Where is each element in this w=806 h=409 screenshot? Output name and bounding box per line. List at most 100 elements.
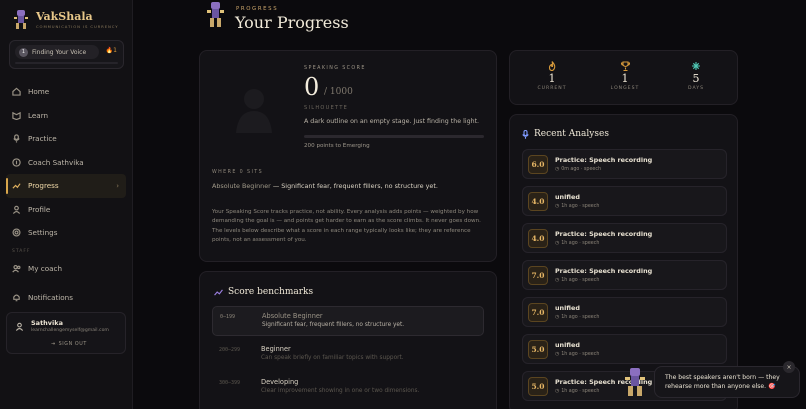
analysis-item[interactable]: 7.0 unified ◷ 1h ago · speech <box>522 297 727 327</box>
stat-label: DAYS <box>688 86 704 91</box>
users-icon <box>12 264 21 273</box>
analysis-title: Practice: Speech recording <box>555 267 653 275</box>
analysis-meta: ◷ 0m ago · speech <box>555 167 601 172</box>
sign-out-button[interactable]: ⇥ SIGN OUT <box>51 342 87 347</box>
page-title: Your Progress <box>235 13 349 32</box>
sidebar-item-label: Coach Sathvika <box>28 157 84 167</box>
sidebar-item-home[interactable]: Home <box>6 80 126 104</box>
analysis-item[interactable]: 7.0 Practice: Speech recording ◷ 1h ago · s… <box>522 260 727 290</box>
score-explanation: Your Speaking Score tracks practice, not… <box>212 209 481 244</box>
trend-icon <box>214 289 223 295</box>
analysis-score: 4.0 <box>528 192 548 211</box>
sidebar-nav: Home Learn Practice Coach Sathvika Progr… <box>6 80 126 310</box>
mascot-icon <box>625 368 645 396</box>
silhouette-avatar-icon <box>236 89 272 133</box>
analysis-title: Practice: Speech recording <box>555 156 653 164</box>
sidebar-item-label: Settings <box>28 228 58 238</box>
benchmarks-card: Score benchmarks 0–199 Absolute Beginner… <box>199 271 497 409</box>
analysis-meta-text: 1h ago · speech <box>561 278 600 283</box>
speaking-score-card: SPEAKING SCORE 0 / 1000 SILHOUETTE A dar… <box>199 50 497 262</box>
clock-icon: ◷ <box>555 167 560 172</box>
user-avatar-icon <box>15 322 24 331</box>
stat-label: LONGEST <box>610 86 640 91</box>
level-card[interactable]: 1 Finding Your Voice 🔥1 <box>9 40 124 69</box>
analysis-meta: ◷ 1h ago · speech <box>555 204 599 209</box>
coach-icon <box>12 158 21 167</box>
sidebar-item-coach[interactable]: Coach Sathvika <box>6 151 126 175</box>
recent-analyses-title-text: Recent Analyses <box>534 129 609 139</box>
where-kicker: WHERE 0 SITS <box>212 170 264 175</box>
sidebar-item-practice[interactable]: Practice <box>6 127 126 151</box>
benchmark-range: 200–299 <box>219 347 241 353</box>
analysis-meta-text: 1h ago · speech <box>561 389 600 394</box>
score-kicker: SPEAKING SCORE <box>304 66 366 71</box>
book-icon <box>12 111 21 120</box>
brand-name: VakShala <box>36 9 93 23</box>
user-name: Sathvika <box>31 319 63 327</box>
sidebar-item-label: Home <box>28 87 50 97</box>
sidebar-item-learn[interactable]: Learn <box>6 104 126 128</box>
mascot-icon <box>207 2 224 27</box>
score-description: A dark outline on an empty stage. Just f… <box>304 118 480 125</box>
benchmark-row: 0–199 Absolute Beginner Significant fear… <box>212 306 484 336</box>
analysis-item[interactable]: 4.0 Practice: Speech recording ◷ 1h ago · s… <box>522 223 727 253</box>
analysis-meta: ◷ 1h ago · speech <box>555 352 599 357</box>
sidebar: VakShala COMMUNICATION IS CURRENCY 1 Fin… <box>0 0 133 409</box>
mic-icon <box>13 134 20 143</box>
sidebar-item-profile[interactable]: Profile <box>6 198 126 222</box>
benchmarks-title: Score benchmarks <box>214 287 313 297</box>
chart-icon <box>12 183 21 189</box>
sidebar-item-settings[interactable]: Settings <box>6 221 126 245</box>
tip-toast-text: The best speakers aren't born — they reh… <box>665 374 780 390</box>
brand[interactable]: VakShala COMMUNICATION IS CURRENCY <box>12 8 118 30</box>
user-card: Sathvika learnchallengemyself@gmail.com … <box>6 312 126 354</box>
sidebar-item-label: Profile <box>28 204 51 214</box>
sidebar-item-label: Notifications <box>28 293 73 303</box>
analysis-score: 7.0 <box>528 303 548 322</box>
clock-icon: ◷ <box>555 315 560 320</box>
brand-tagline: COMMUNICATION IS CURRENCY <box>36 23 119 29</box>
streak-badge: 🔥1 <box>106 47 117 54</box>
benchmarks-title-text: Score benchmarks <box>228 287 314 297</box>
user-icon <box>12 205 21 214</box>
where-description: — Significant fear, frequent fillers, no… <box>270 182 438 190</box>
clock-icon: ◷ <box>555 389 560 394</box>
where-level: Absolute Beginner <box>212 182 271 190</box>
score-value: 0 <box>304 73 320 101</box>
gear-icon <box>12 228 21 237</box>
analysis-score: 7.0 <box>528 266 548 285</box>
analysis-title: unified <box>555 193 580 201</box>
analysis-meta-text: 1h ago · speech <box>561 241 600 246</box>
mascot-logo-icon <box>14 10 28 29</box>
bell-icon <box>13 294 20 302</box>
trophy-icon <box>620 61 630 71</box>
close-icon[interactable]: × <box>783 361 795 373</box>
clock-icon: ◷ <box>555 204 560 209</box>
analysis-title: unified <box>555 304 580 312</box>
analysis-item[interactable]: 4.0 unified ◷ 1h ago · speech <box>522 186 727 216</box>
sidebar-item-my-coach[interactable]: My coach <box>6 257 126 281</box>
sign-out-icon: ⇥ <box>51 342 56 347</box>
score-next-tier: 200 points to Emerging <box>304 143 370 149</box>
analysis-score: 6.0 <box>528 155 548 174</box>
benchmark-name: Absolute Beginner <box>262 312 323 320</box>
analysis-meta: ◷ 1h ago · speech <box>555 315 599 320</box>
analysis-item[interactable]: 6.0 Practice: Speech recording ◷ 0m ago · s… <box>522 149 727 179</box>
analysis-meta-text: 1h ago · speech <box>561 352 600 357</box>
sidebar-item-notifications[interactable]: Notifications <box>6 286 126 310</box>
analysis-title: unified <box>555 341 580 349</box>
benchmark-desc: Can speak briefly on familiar topics wit… <box>261 355 404 361</box>
benchmark-desc: Clear improvement showing in one or two … <box>261 388 420 394</box>
nav-section-staff: STAFF <box>12 248 31 254</box>
sidebar-item-label: My coach <box>28 263 63 273</box>
sidebar-item-progress[interactable]: Progress › <box>6 174 126 198</box>
analysis-score: 5.0 <box>528 377 548 396</box>
analysis-meta: ◷ 1h ago · speech <box>555 241 599 246</box>
sidebar-item-label: Progress <box>28 181 59 191</box>
level-pill: 1 Finding Your Voice <box>15 45 99 59</box>
score-tier: SILHOUETTE <box>304 105 349 111</box>
analysis-item[interactable]: 5.0 unified ◷ 1h ago · speech <box>522 334 727 364</box>
analysis-meta-text: 0m ago · speech <box>561 167 602 172</box>
recent-analyses-card: Recent Analyses 6.0 Practice: Speech reco… <box>509 114 738 409</box>
benchmark-desc: Significant fear, frequent fillers, no s… <box>262 322 405 328</box>
